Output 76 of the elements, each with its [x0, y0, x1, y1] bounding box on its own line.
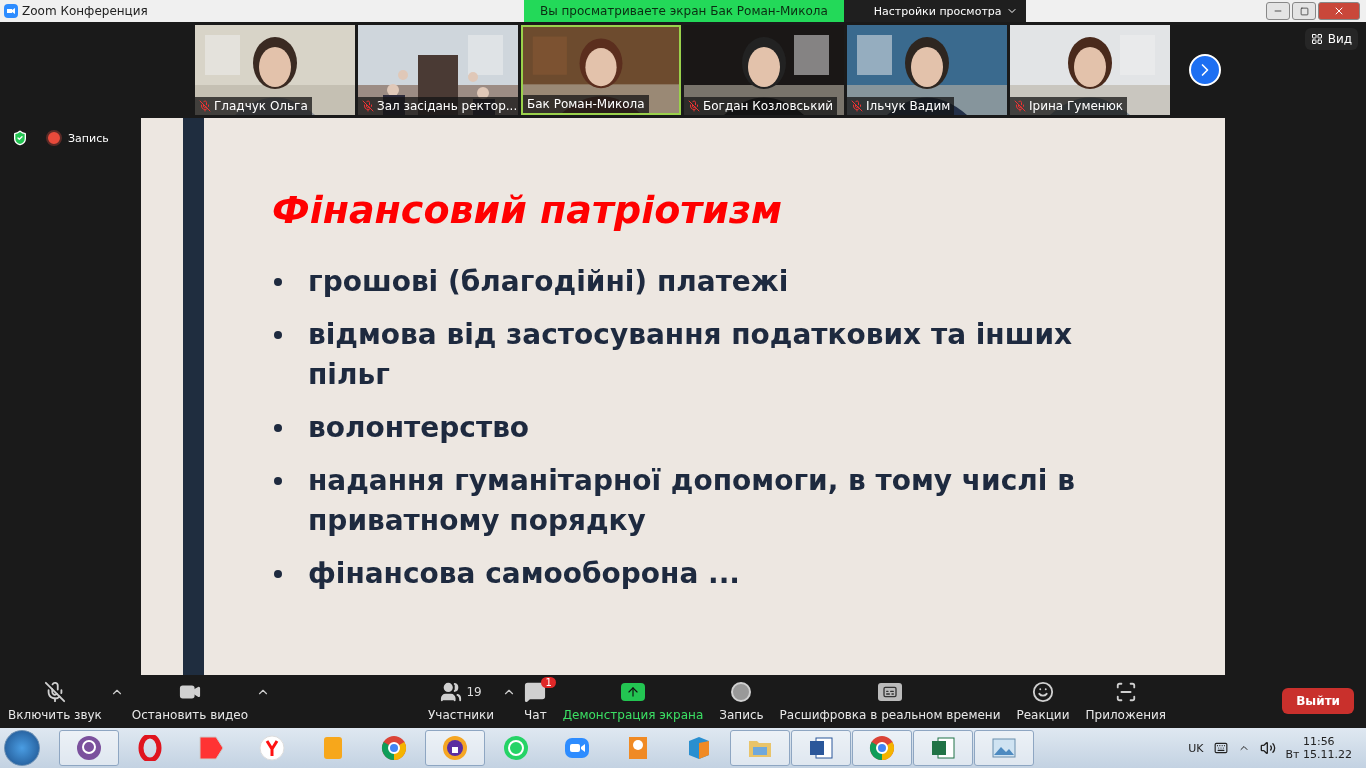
bullet-icon	[274, 477, 282, 485]
shield-icon	[12, 130, 28, 146]
close-icon	[1333, 5, 1345, 17]
video-tile[interactable]: Бак Роман-Микола	[521, 25, 681, 115]
landscape-icon	[991, 735, 1017, 761]
bullet-text: грошові (благодійні) платежі	[308, 264, 789, 300]
record-icon	[46, 130, 62, 146]
bullet-text: відмова від застосування податкових та інших пільг	[308, 317, 1074, 393]
video-tile[interactable]: Ільчук Вадим	[847, 25, 1007, 115]
window-title: Zoom Конференция	[22, 4, 148, 18]
participant-name: Богдан Козловський	[684, 97, 838, 115]
bullet-text: надання гуманітарної допомоги, в тому числі в приватному порядку	[308, 463, 1076, 539]
camera-icon	[4, 4, 18, 18]
arrow-tag-icon	[198, 735, 224, 761]
participant-name: Бак Роман-Микола	[523, 95, 649, 113]
speaker-icon[interactable]	[1259, 740, 1276, 756]
cube-icon	[686, 735, 712, 761]
recording-label: Запись	[68, 131, 109, 145]
chat-icon	[524, 681, 547, 703]
bullet-icon	[274, 331, 282, 339]
record-button[interactable]: Запись	[711, 681, 772, 722]
participant-name: Ільчук Вадим	[847, 97, 955, 115]
bullet-text: фінансова самооборона ...	[308, 556, 740, 592]
apps-icon	[1114, 681, 1137, 703]
taskbar-app[interactable]	[913, 730, 973, 766]
captions-icon	[878, 683, 903, 701]
clock[interactable]: 11:56 Вт 15.11.22	[1285, 735, 1352, 761]
view-button[interactable]: Вид	[1304, 28, 1358, 50]
video-tile[interactable]: Богдан Козловський	[684, 25, 844, 115]
leave-button[interactable]: Выйти	[1282, 688, 1354, 714]
restore-button[interactable]	[1292, 2, 1316, 20]
participant-name: Ірина Гуменюк	[1010, 97, 1128, 115]
taskbar-app[interactable]	[425, 730, 485, 766]
globe-icon	[259, 735, 285, 761]
participants-button[interactable]: 19 Участники	[420, 681, 503, 722]
bullet-icon	[274, 278, 282, 286]
video-camera-icon	[564, 735, 590, 761]
reactions-button[interactable]: Реакции	[1008, 681, 1078, 722]
apps-button[interactable]: Приложения	[1077, 681, 1174, 722]
minimize-button[interactable]	[1266, 2, 1290, 20]
document-icon	[808, 735, 834, 761]
video-button[interactable]: Остановить видео	[123, 681, 257, 722]
mic-off-icon	[43, 681, 66, 703]
video-tile[interactable]: Зал засідань ректор...	[358, 25, 518, 115]
sharing-banner: Вы просматриваете экран Бак Роман-Микола	[524, 0, 844, 22]
start-button[interactable]	[4, 730, 40, 766]
video-tile[interactable]: Ірина Гуменюк	[1010, 25, 1170, 115]
view-options-button[interactable]: Настройки просмотра	[843, 0, 1026, 22]
share-screen-icon	[620, 683, 645, 701]
restore-icon	[1299, 6, 1309, 16]
participant-name: Гладчук Ольга	[195, 97, 312, 115]
slide-title: Фінансовий патріотизм	[272, 188, 784, 232]
browser-icon	[381, 735, 407, 761]
unread-badge: 1	[541, 677, 556, 688]
people-icon	[440, 681, 463, 703]
participant-name: Зал засідань ректор...	[358, 97, 518, 115]
taskbar-app[interactable]	[852, 730, 912, 766]
ring-icon	[137, 735, 163, 761]
taskbar-app[interactable]	[59, 730, 119, 766]
keyboard-icon[interactable]	[1213, 741, 1228, 755]
next-page-button[interactable]	[1189, 54, 1221, 86]
close-button[interactable]	[1318, 2, 1360, 20]
captions-button[interactable]: Расшифровка в реальном времени	[771, 681, 1009, 722]
smiley-icon	[1032, 681, 1054, 703]
bullet-icon	[274, 570, 282, 578]
browser-icon	[869, 735, 895, 761]
language-indicator[interactable]: UK	[1188, 741, 1204, 755]
bullet-text: волонтерство	[308, 410, 530, 446]
bullet-icon	[274, 424, 282, 432]
share-button[interactable]: Демонстрация экрана	[554, 681, 712, 722]
taskbar-app[interactable]	[791, 730, 851, 766]
video-tile[interactable]: Гладчук Ольга	[195, 25, 355, 115]
grid-icon	[1310, 33, 1323, 45]
spreadsheet-icon	[930, 735, 956, 761]
record-icon	[730, 681, 753, 703]
mic-button[interactable]: Включить звук	[0, 681, 110, 722]
